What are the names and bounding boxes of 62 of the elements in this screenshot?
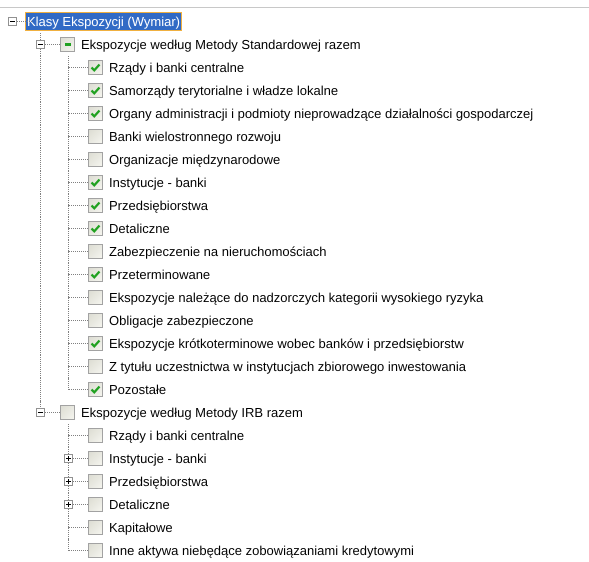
checkbox[interactable] (88, 497, 103, 512)
tree-item-label[interactable]: Przedsiębiorstwa (108, 473, 209, 490)
checkmark-icon (90, 62, 101, 73)
checkmark-icon (90, 200, 101, 211)
checkbox[interactable] (88, 451, 103, 466)
checkbox[interactable] (88, 83, 103, 98)
checkbox[interactable] (88, 221, 103, 236)
expand-icon[interactable] (64, 477, 73, 486)
checkbox[interactable] (88, 106, 103, 121)
tree-item-label[interactable]: Organy administracji i podmioty nieprowadzące działalności gospodarczej (108, 105, 534, 122)
tree-item-label[interactable]: Organizacje międzynarodowe (108, 151, 282, 168)
collapse-icon[interactable] (36, 40, 45, 49)
tree-item-label[interactable]: Rządy i banki centralne (108, 427, 246, 444)
checkbox[interactable] (88, 313, 103, 328)
checkbox[interactable] (60, 405, 75, 420)
checkbox[interactable] (88, 359, 103, 374)
tree-item-label[interactable]: Instytucje - banki (108, 450, 208, 467)
tree-item-label[interactable]: Inne aktywa niebędące zobowiązaniami kredytowymi (108, 542, 415, 559)
checkbox[interactable] (88, 267, 103, 282)
checkbox[interactable] (88, 382, 103, 397)
tree-item-label[interactable]: Z tytułu uczestnictwa w instytucjach zbiorowego inwestowania (108, 358, 467, 375)
tree-item-label[interactable]: Ekspozycje według Metody Standardowej razem (80, 36, 362, 53)
tree-item-label[interactable]: Obligacje zabezpieczone (108, 312, 255, 329)
tree-item-label[interactable]: Przedsiębiorstwa (108, 197, 209, 214)
tree-item-label[interactable]: Klasy Ekspozycji (Wymiar) (25, 12, 182, 31)
tree-item-label[interactable]: Kapitałowe (108, 519, 174, 536)
checkbox[interactable] (88, 152, 103, 167)
checkmark-icon (90, 269, 101, 280)
checkbox[interactable] (88, 129, 103, 144)
checkmark-icon (90, 338, 101, 349)
tree-item-label[interactable]: Samorządy terytorialne i władze lokalne (108, 82, 340, 99)
checkbox[interactable] (88, 428, 103, 443)
tree-item-label[interactable]: Zabezpieczenie na nieruchomościach (108, 243, 328, 260)
tree-item-label[interactable]: Ekspozycje krótkoterminowe wobec banków i przedsiębiorstw (108, 335, 465, 352)
checkmark-icon (90, 177, 101, 188)
tree-item-label[interactable]: Instytucje - banki (108, 174, 208, 191)
tree-item-label[interactable]: Przeterminowane (108, 266, 212, 283)
checkmark-icon (90, 384, 101, 395)
tree-item-label[interactable]: Banki wielostronnego rozwoju (108, 128, 282, 145)
checkbox[interactable] (88, 175, 103, 190)
tree-item-label[interactable]: Pozostałe (108, 381, 168, 398)
expand-icon[interactable] (64, 500, 73, 509)
checkbox[interactable] (88, 290, 103, 305)
tree-item-label[interactable]: Rządy i banki centralne (108, 59, 246, 76)
tree-item-label[interactable]: Detaliczne (108, 496, 171, 513)
checkbox[interactable] (88, 60, 103, 75)
checkbox[interactable] (88, 543, 103, 558)
checkbox[interactable] (60, 37, 75, 52)
checkmark-icon (90, 108, 101, 119)
checkbox[interactable] (88, 474, 103, 489)
checkbox[interactable] (88, 198, 103, 213)
expand-icon[interactable] (64, 454, 73, 463)
tree-item-label[interactable]: Ekspozycje należące do nadzorczych kategorii wysokiego ryzyka (108, 289, 484, 306)
tree-item-label[interactable]: Ekspozycje według Metody IRB razem (80, 404, 304, 421)
checkbox[interactable] (88, 520, 103, 535)
collapse-icon[interactable] (36, 408, 45, 417)
checkmark-icon (90, 85, 101, 96)
checkbox[interactable] (88, 336, 103, 351)
tree-item-label[interactable]: Detaliczne (108, 220, 171, 237)
checkmark-icon (90, 223, 101, 234)
checkbox[interactable] (88, 244, 103, 259)
collapse-icon[interactable] (8, 17, 17, 26)
